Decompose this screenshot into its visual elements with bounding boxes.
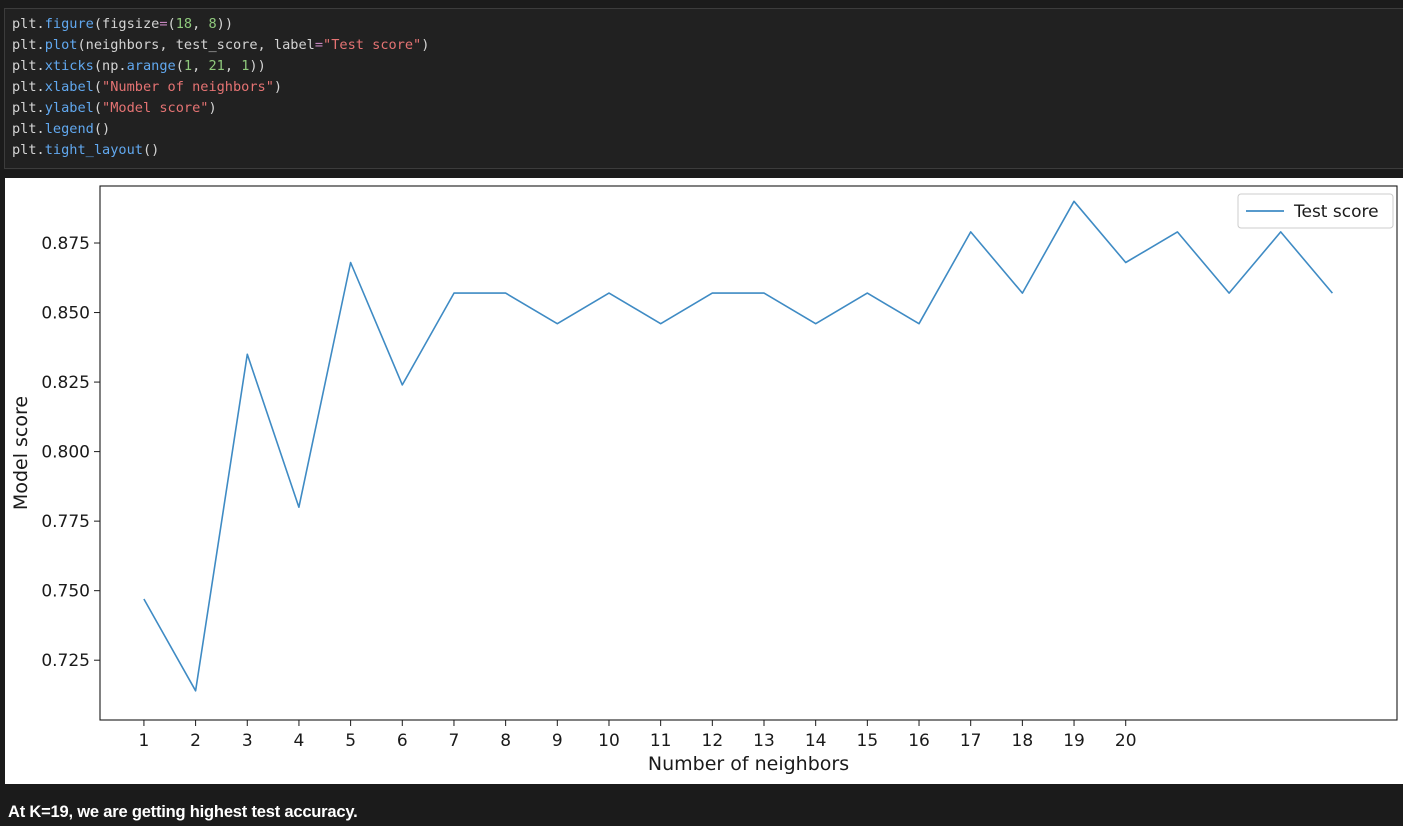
x-tick-label: 17	[960, 731, 982, 751]
code-line: plt.tight_layout()	[12, 140, 159, 161]
code-token: =	[159, 16, 168, 32]
code-token: 21	[208, 58, 225, 74]
code-token: (	[93, 79, 103, 95]
x-tick-label: 6	[397, 731, 408, 751]
code-token: legend	[44, 121, 94, 137]
code-token: 8	[208, 16, 217, 32]
code-cell[interactable]: plt.figure(figsize=(18, 8)) plt.plot(neig…	[4, 8, 1403, 169]
x-axis-label: Number of neighbors	[648, 753, 849, 775]
code-token: plt.	[12, 37, 45, 53]
code-token: (	[93, 100, 103, 116]
code-token: "Model score"	[102, 100, 209, 116]
x-tick-label: 12	[702, 731, 724, 751]
code-token: plt.	[12, 16, 45, 32]
y-tick-label: 0.825	[41, 373, 90, 393]
y-axis-label: Model score	[10, 396, 32, 510]
y-tick-label: 0.875	[41, 234, 90, 254]
code-line: plt.xticks(np.arange(1, 21, 1))	[12, 56, 266, 77]
code-token: plt.	[12, 58, 45, 74]
markdown-note: At K=19, we are getting highest test acc…	[8, 803, 358, 821]
y-tick-label: 0.800	[41, 443, 90, 463]
x-tick-label: 16	[908, 731, 930, 751]
code-token: 1	[183, 58, 193, 74]
y-tick-label: 0.850	[41, 304, 90, 324]
cell-output: 1 2 3 4 5 6 7 8 9 10 11 12 13 14 15 16 17 18 19 20 0.725 0.75…	[5, 178, 1403, 784]
plot-frame	[99, 185, 1398, 721]
code-token: ,	[192, 58, 209, 74]
x-tick-label: 13	[753, 731, 775, 751]
y-tick-label: 0.725	[41, 651, 90, 671]
code-token: ,	[224, 58, 242, 74]
code-token: plt.	[12, 142, 45, 158]
x-tick-label: 5	[345, 731, 356, 751]
x-tick-label: 18	[1012, 731, 1034, 751]
code-token: ylabel	[44, 100, 94, 116]
code-token: (np.	[93, 58, 127, 74]
series-line	[143, 200, 1334, 692]
code-line: plt.legend()	[12, 119, 110, 140]
code-token: plot	[44, 37, 78, 53]
x-tick-label: 3	[242, 731, 253, 751]
code-token: figure	[44, 16, 94, 32]
line-chart: 1 2 3 4 5 6 7 8 9 10 11 12 13 14 15 16 17 18 19 200.7250.75…	[10, 185, 1398, 775]
code-token: tight_layout	[44, 142, 143, 158]
code-token: ))	[216, 16, 234, 32]
x-tick-label: 11	[650, 731, 672, 751]
y-tick-label: 0.750	[41, 582, 90, 602]
code-token: arange	[126, 58, 176, 74]
x-tick-label: 4	[294, 731, 305, 751]
x-tick-label: 10	[598, 731, 620, 751]
x-tick-label: 2	[190, 731, 201, 751]
x-tick-label: 15	[857, 731, 879, 751]
code-token: xticks	[44, 58, 94, 74]
code-token: plt.	[12, 121, 45, 137]
code-line: plt.ylabel("Model score")	[12, 98, 217, 119]
code-token: )	[273, 79, 283, 95]
code-token: )	[208, 100, 217, 116]
code-token: plt.	[12, 100, 45, 116]
code-token: ()	[142, 142, 160, 158]
code-line: plt.plot(neighbors, test_score, label="T…	[12, 35, 429, 56]
x-tick-label: 9	[552, 731, 563, 751]
code-line: plt.figure(figsize=(18, 8))	[12, 14, 233, 35]
code-token: =	[314, 37, 324, 53]
code-token: ()	[93, 121, 111, 137]
code-line: plt.xlabel("Number of neighbors")	[12, 77, 282, 98]
code-token: ,	[192, 16, 209, 32]
x-tick-label: 20	[1115, 731, 1137, 751]
x-tick-label: 14	[805, 731, 827, 751]
code-token: xlabel	[44, 79, 94, 95]
code-token: (figsize	[93, 16, 160, 32]
x-tick-label: 19	[1063, 731, 1085, 751]
code-token: ))	[249, 58, 266, 74]
code-token: "Number of neighbors"	[102, 79, 274, 95]
x-tick-label: 7	[449, 731, 460, 751]
y-tick-label: 0.775	[41, 512, 90, 532]
code-token: (neighbors, test_score, label	[77, 37, 315, 53]
x-tick-label: 1	[139, 731, 150, 751]
legend-label: Test score	[1293, 202, 1379, 222]
x-tick-label: 8	[500, 731, 511, 751]
code-token: "Test score"	[323, 37, 422, 53]
code-token: (	[175, 58, 184, 74]
code-token: )	[421, 37, 430, 53]
code-token: plt.	[12, 79, 45, 95]
code-token: 18	[175, 16, 193, 32]
code-token: (	[167, 16, 176, 32]
